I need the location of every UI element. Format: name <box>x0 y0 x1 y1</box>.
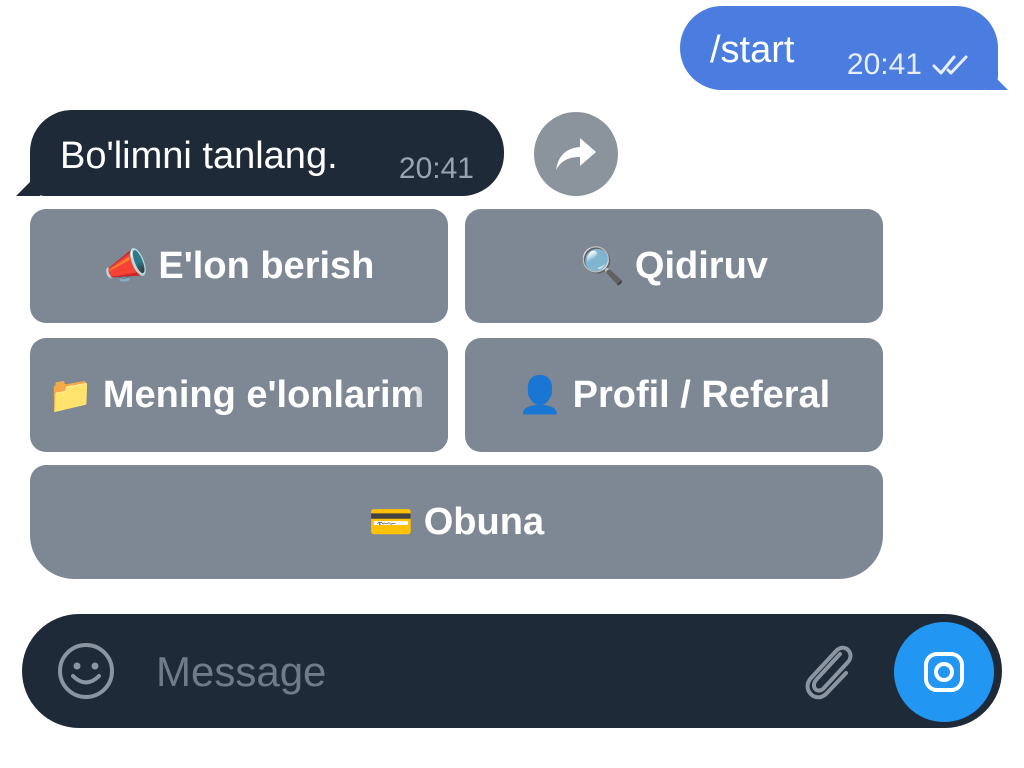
folder-icon: 📁 <box>48 374 93 415</box>
message-time: 20:41 <box>846 48 922 81</box>
button-label: Qidiruv <box>634 244 768 287</box>
message-text: /start <box>710 29 795 71</box>
user-silhouette-icon: 👤 <box>517 374 563 415</box>
paperclip-icon[interactable] <box>796 636 862 706</box>
keyboard-button-obuna[interactable]: 💳 Obuna <box>30 465 883 579</box>
message-text: Bo'limni tanlang. <box>60 135 338 177</box>
incoming-message[interactable]: Bo'limni tanlang. 20:41 <box>16 110 504 196</box>
keyboard-button-profil-referal[interactable]: 👤 Profil / Referal <box>465 338 883 452</box>
button-label: E'lon berish <box>158 244 375 287</box>
forward-button[interactable] <box>534 112 618 196</box>
chat-screen: /start 20:41 Bo'limni tanlang. 20:41 📣 E… <box>0 0 1024 768</box>
magnifier-icon: 🔍 <box>580 245 625 286</box>
camera-button[interactable] <box>894 622 994 722</box>
button-label: Profil / Referal <box>572 373 831 416</box>
double-check-icon <box>932 55 968 75</box>
bubble-tail <box>986 68 1008 90</box>
forward-arrow-icon <box>556 138 596 170</box>
message-time: 20:41 <box>398 152 474 185</box>
button-label: Obuna <box>423 500 545 543</box>
smiley-icon[interactable] <box>56 641 116 701</box>
text-fade <box>408 338 448 452</box>
outgoing-message[interactable]: /start 20:41 <box>680 6 1008 90</box>
message-meta: 20:41 <box>847 48 976 82</box>
keyboard-button-qidiruv[interactable]: 🔍 Qidiruv <box>465 209 883 323</box>
megaphone-icon: 📣 <box>103 245 149 286</box>
keyboard-button-mening-elonlarim[interactable]: 📁 Mening e'lonlarim <box>30 338 448 452</box>
bubble-tail <box>16 172 40 196</box>
keyboard-button-elon-berish[interactable]: 📣 E'lon berish <box>30 209 448 323</box>
camera-icon <box>924 652 964 692</box>
button-label: Mening e'lonlarim <box>102 373 425 416</box>
message-input[interactable] <box>154 640 758 704</box>
credit-card-icon: 💳 <box>368 501 414 542</box>
